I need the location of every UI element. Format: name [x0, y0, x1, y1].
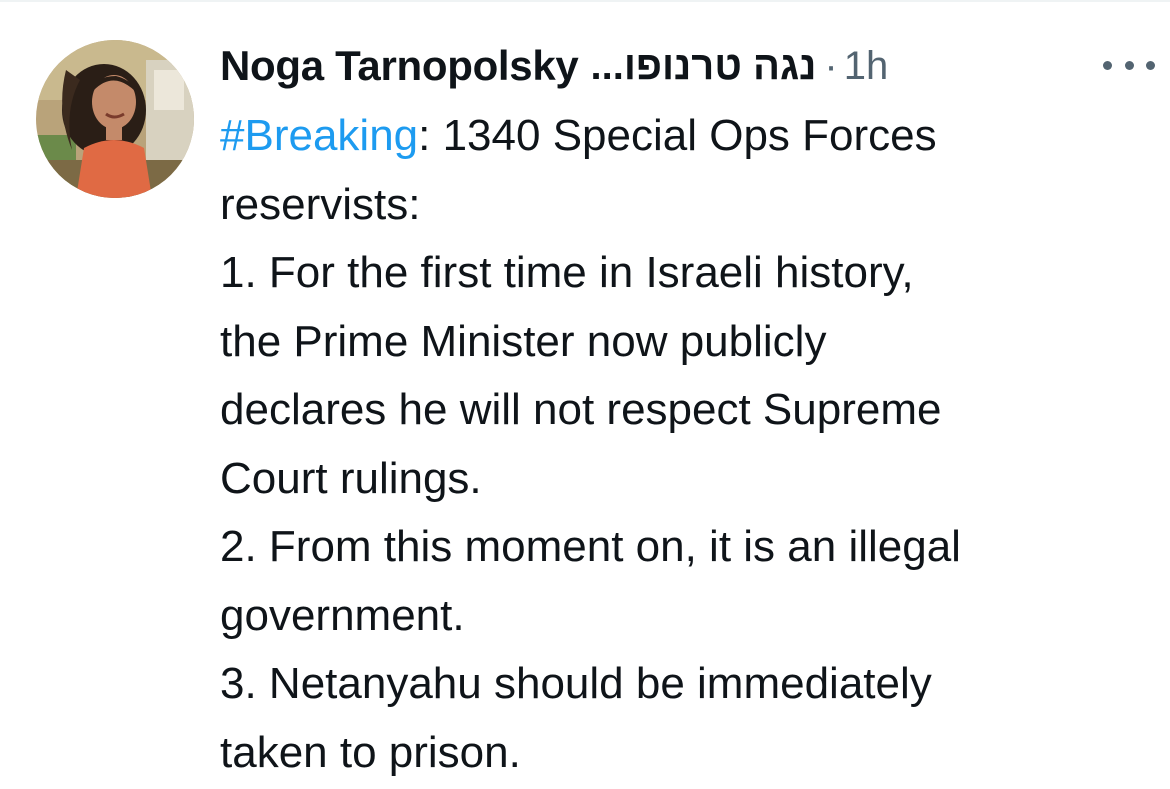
separator-dot: · — [824, 43, 838, 88]
tweet-line: taken to prison. — [220, 727, 521, 777]
tweet[interactable]: Noga Tarnopolsky נגה טרנופו... · 1h #Bre… — [0, 0, 1170, 789]
more-options-button[interactable] — [1103, 50, 1155, 80]
tweet-line: the Prime Minister now publicly — [220, 316, 827, 366]
tweet-line: 3. Netanyahu should be immediately — [220, 659, 932, 708]
more-horizontal-icon — [1103, 60, 1112, 70]
tweet-text: #Breaking: 1340 Special Ops Forces reser… — [220, 102, 1160, 787]
hashtag-link[interactable]: #Breaking — [220, 111, 418, 160]
tweet-header: Noga Tarnopolsky נגה טרנופו... · 1h — [220, 40, 1155, 92]
tweet-line: Court rulings. — [220, 453, 482, 503]
more-horizontal-icon — [1124, 60, 1134, 70]
tweet-line: government. — [220, 590, 465, 640]
tweet-line: 2. From this moment on, it is an illegal — [220, 522, 961, 571]
tweet-line: declares he will not respect Supreme — [220, 385, 942, 434]
timestamp[interactable]: 1h — [844, 44, 889, 89]
avatar[interactable] — [36, 40, 194, 198]
tweet-line: 1. For the first time in Israeli history… — [220, 248, 914, 297]
author-display-name[interactable]: Noga Tarnopolsky — [220, 42, 579, 90]
profile-photo-icon — [36, 40, 194, 198]
more-horizontal-icon — [1146, 60, 1155, 70]
tweet-line-text: : 1340 Special Ops Forces — [418, 111, 937, 160]
tweet-line: reservists: — [220, 179, 421, 229]
tweet-line: #Breaking: 1340 Special Ops Forces — [220, 102, 1160, 171]
author-display-name-hebrew[interactable]: נגה טרנופו... — [590, 44, 816, 89]
